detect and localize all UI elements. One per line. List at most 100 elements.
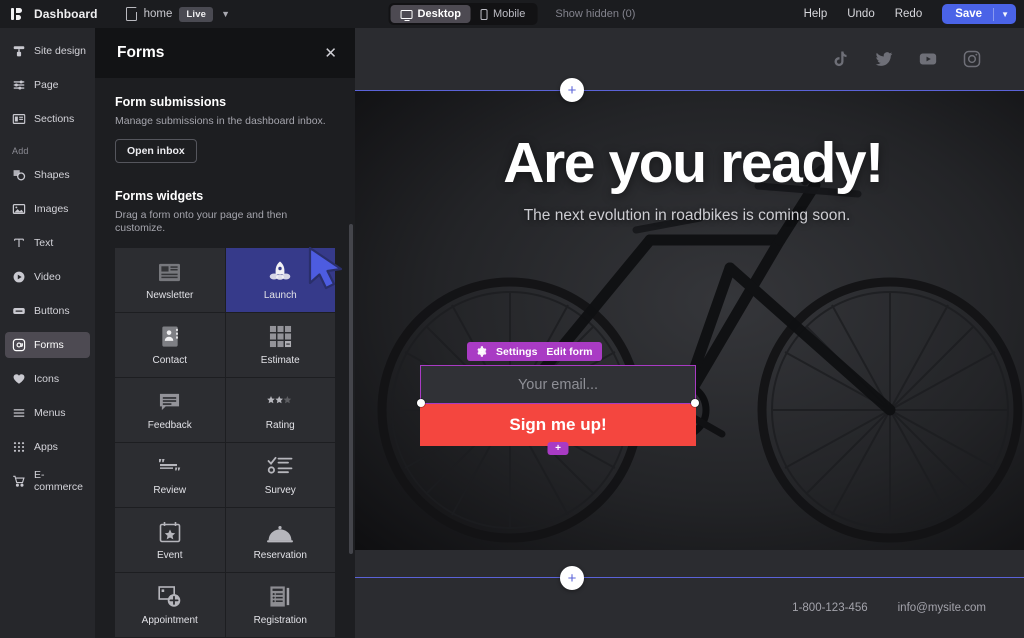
widget-card-label: Newsletter (146, 289, 194, 301)
show-hidden-button[interactable]: Show hidden (0) (541, 8, 635, 20)
redo-button[interactable]: Redo (895, 8, 923, 20)
sidebar-item-page[interactable]: Page (5, 72, 90, 98)
section-guide-bottom (355, 577, 1024, 578)
widget-settings-button[interactable]: Settings (496, 346, 537, 358)
widget-card-rating[interactable]: Rating (225, 377, 335, 442)
sidebar-item-label: Menus (34, 407, 66, 419)
sidebar-item-label: Shapes (34, 169, 70, 181)
sidebar-item-sections[interactable]: Sections (5, 106, 90, 132)
close-x-icon[interactable]: ✕ (324, 46, 337, 61)
widget-card-appointment[interactable]: Appointment (115, 572, 225, 637)
page-selector[interactable]: home Live ▼ (125, 6, 230, 22)
add-section-button-bottom[interactable]: + (560, 566, 584, 590)
sections-layout-icon (12, 114, 26, 124)
signup-button[interactable]: Sign me up! + (420, 404, 696, 455)
page-name-label: home (143, 8, 173, 20)
gear-icon[interactable] (476, 346, 487, 357)
form-widget[interactable]: Settings Edit form Your email... Sign me… (417, 342, 699, 455)
tiktok-icon[interactable] (830, 49, 850, 69)
tab-mobile-label: Mobile (492, 8, 526, 20)
panel-header: Forms ✕ (95, 28, 355, 78)
tab-mobile[interactable]: Mobile (471, 5, 535, 23)
forms-widgets-description: Drag a form onto your page and then cust… (115, 208, 288, 235)
widget-card-event[interactable]: Event (115, 507, 225, 572)
image-icon (12, 204, 26, 214)
sidebar-item-label: Icons (34, 373, 60, 385)
tab-desktop[interactable]: Desktop (390, 5, 471, 23)
open-inbox-button[interactable]: Open inbox (115, 138, 197, 163)
panel-scrollbar[interactable] (349, 224, 353, 554)
add-field-handle[interactable]: + (547, 442, 569, 455)
editor-logo-icon[interactable] (10, 6, 26, 22)
widget-card-survey[interactable]: Survey (225, 442, 335, 507)
save-button-group[interactable]: Save ▼ (942, 4, 1016, 24)
hero-subheading[interactable]: The next evolution in roadbikes is comin… (524, 207, 851, 225)
chevron-down-icon[interactable]: ▼ (221, 9, 230, 19)
appointment-plus-icon (158, 584, 182, 608)
sidebar-item-images[interactable]: Images (5, 196, 90, 222)
resize-handle-bottom-left[interactable] (417, 399, 425, 407)
footer-phone[interactable]: 1-800-123-456 (792, 602, 867, 614)
widget-card-reservation[interactable]: Reservation (225, 507, 335, 572)
email-input-selection[interactable]: Your email... (417, 365, 699, 407)
undo-button[interactable]: Undo (847, 8, 875, 20)
top-bar: Dashboard home Live ▼ Desktop Mobile Sho… (0, 0, 1024, 28)
widget-toolbar: Settings Edit form (467, 342, 602, 361)
form-submissions-heading: Form submissions (115, 95, 227, 109)
widget-card-label: Contact (152, 354, 187, 366)
sidebar-item-text[interactable]: Text (5, 230, 90, 256)
sidebar-item-menus[interactable]: Menus (5, 400, 90, 426)
save-button[interactable]: Save (942, 8, 993, 20)
video-play-icon (13, 271, 25, 283)
site-canvas: Are you ready! The next evolution in roa… (355, 28, 1024, 638)
form-submissions-description: Manage submissions in the dashboard inbo… (115, 115, 326, 127)
forms-at-icon (12, 338, 26, 352)
sidebar-item-apps[interactable]: Apps (5, 434, 90, 460)
sidebar-item-label: Buttons (34, 305, 70, 317)
hero-heading[interactable]: Are you ready! (503, 130, 884, 196)
widget-card-newsletter[interactable]: Newsletter (115, 247, 225, 312)
sidebar-item-icons[interactable]: Icons (5, 366, 90, 392)
shapes-icon (13, 170, 26, 181)
left-sidebar: Site design Page Sections Add Shapes Ima… (0, 28, 95, 638)
dashboard-link[interactable]: Dashboard (34, 7, 98, 21)
widget-card-label: Registration (253, 614, 307, 626)
widget-card-contact[interactable]: Contact (115, 312, 225, 377)
widget-edit-form-button[interactable]: Edit form (546, 346, 592, 358)
status-badge: Live (179, 6, 214, 22)
widget-card-review[interactable]: Review (115, 442, 225, 507)
forms-widgets-grid: Newsletter Launch Contact Estimate Feedb… (115, 247, 335, 638)
stars-icon (267, 389, 293, 413)
sidebar-item-site-design[interactable]: Site design (5, 38, 90, 64)
forms-panel: Forms ✕ Form submissions Manage submissi… (95, 28, 355, 638)
sidebar-group-label: Add (12, 146, 29, 156)
button-icon (13, 308, 25, 314)
sidebar-item-label: Forms (34, 339, 64, 351)
help-button[interactable]: Help (804, 8, 828, 20)
sidebar-item-ecommerce[interactable]: E-commerce (5, 468, 90, 494)
sidebar-item-shapes[interactable]: Shapes (5, 162, 90, 188)
signup-button-label: Sign me up! (509, 415, 607, 434)
add-section-button-top[interactable]: + (560, 78, 584, 102)
mobile-phone-icon (480, 8, 488, 20)
rocket-icon (268, 259, 292, 283)
widget-card-label: Launch (263, 289, 297, 301)
newsletter-icon (158, 259, 181, 283)
instagram-icon[interactable] (962, 49, 982, 69)
sidebar-item-label: Sections (34, 113, 75, 125)
sidebar-item-video[interactable]: Video (5, 264, 90, 290)
chevron-down-icon[interactable]: ▼ (994, 10, 1016, 19)
sidebar-item-forms[interactable]: Forms (5, 332, 90, 358)
sidebar-item-label: Page (34, 79, 59, 91)
resize-handle-bottom-right[interactable] (691, 399, 699, 407)
panel-title: Forms (117, 44, 165, 61)
widget-card-estimate[interactable]: Estimate (225, 312, 335, 377)
footer-email[interactable]: info@mysite.com (898, 602, 986, 614)
calculator-grid-icon (269, 324, 292, 348)
youtube-icon[interactable] (918, 49, 938, 69)
twitter-icon[interactable] (874, 49, 894, 69)
apps-grid-icon (13, 442, 25, 452)
sidebar-item-buttons[interactable]: Buttons (5, 298, 90, 324)
widget-card-registration[interactable]: Registration (225, 572, 335, 637)
widget-card-feedback[interactable]: Feedback (115, 377, 225, 442)
